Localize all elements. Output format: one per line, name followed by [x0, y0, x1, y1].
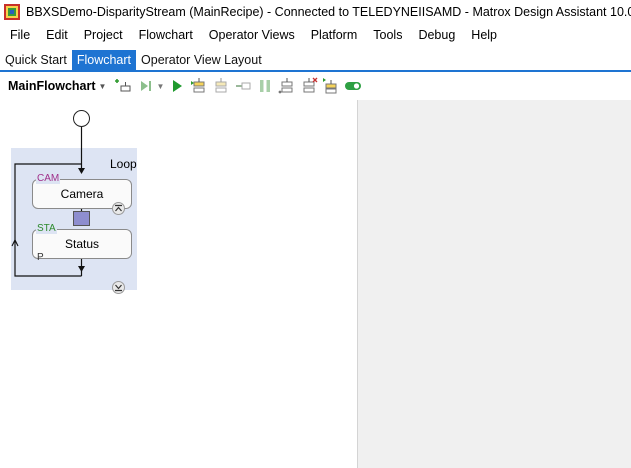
app-icon [4, 4, 20, 20]
run-icon[interactable] [168, 77, 186, 95]
p-label: P [37, 252, 44, 263]
window-title: BBXSDemo-DisparityStream (MainRecipe) - … [26, 5, 631, 19]
title-bar: BBXSDemo-DisparityStream (MainRecipe) - … [0, 0, 631, 24]
step-status-tag: STA [36, 223, 57, 234]
connector-block[interactable] [73, 211, 90, 226]
properties-panel [357, 100, 631, 468]
flowchart-toolbar: MainFlowchart ▼ ▼ [0, 74, 631, 98]
menu-project[interactable]: Project [76, 24, 131, 46]
start-node[interactable] [73, 110, 90, 127]
loop-label: Loop [110, 157, 137, 171]
step-over-icon[interactable] [190, 77, 208, 95]
collapse-icon [115, 204, 122, 212]
step-camera-tag: CAM [36, 173, 61, 184]
menu-flowchart[interactable]: Flowchart [131, 24, 201, 46]
chevron-down-icon[interactable]: ▼ [156, 82, 164, 91]
menu-file[interactable]: File [0, 24, 38, 46]
pause-icon[interactable] [256, 77, 274, 95]
menu-operator-views[interactable]: Operator Views [201, 24, 303, 46]
tab-operator-view-layout[interactable]: Operator View Layout [136, 50, 267, 70]
step-into-icon[interactable] [136, 77, 154, 95]
menu-tools[interactable]: Tools [365, 24, 410, 46]
tab-quick-start[interactable]: Quick Start [0, 50, 72, 70]
step-status-label: Status [64, 237, 100, 251]
expand-button[interactable] [112, 281, 125, 294]
tab-flowchart[interactable]: Flowchart [71, 50, 137, 70]
toggle-online-icon[interactable] [344, 77, 362, 95]
menu-bar: File Edit Project Flowchart Operator Vie… [0, 24, 631, 46]
step-camera-label: Camera [60, 187, 104, 201]
menu-edit[interactable]: Edit [38, 24, 76, 46]
clear-breakpoint-icon[interactable] [300, 77, 318, 95]
breakpoint-icon[interactable] [278, 77, 296, 95]
menu-debug[interactable]: Debug [410, 24, 463, 46]
menu-help[interactable]: Help [463, 24, 505, 46]
chevron-down-icon: ▼ [98, 81, 107, 91]
toggle-breakpoint-icon[interactable] [322, 77, 340, 95]
flowchart-selector[interactable]: MainFlowchart ▼ [8, 79, 106, 93]
menu-platform[interactable]: Platform [303, 24, 366, 46]
flowchart-selector-value: MainFlowchart [8, 79, 96, 93]
run-to-step-icon[interactable] [234, 77, 252, 95]
tab-bar: Quick Start Flowchart Operator View Layo… [0, 50, 631, 72]
add-step-icon[interactable] [114, 77, 132, 95]
expand-icon [115, 284, 122, 292]
step-back-icon[interactable] [212, 77, 230, 95]
collapse-button[interactable] [112, 202, 125, 215]
